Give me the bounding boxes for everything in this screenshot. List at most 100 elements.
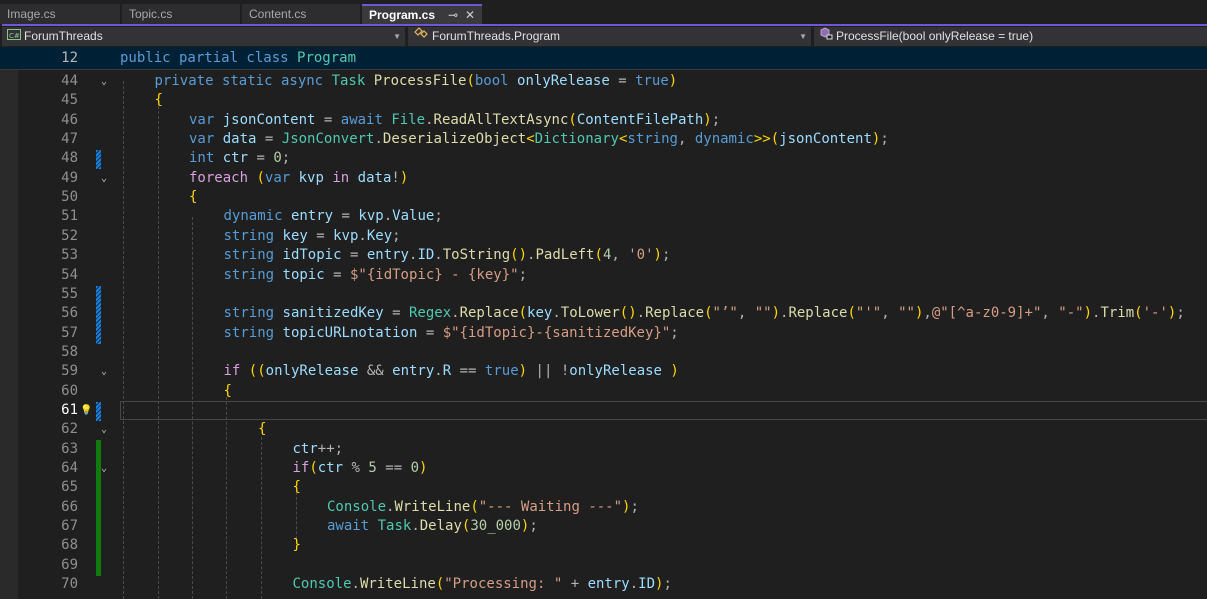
- code-text: ctr++;: [292, 440, 344, 457]
- line-number: 63: [61, 440, 78, 457]
- project-dropdown[interactable]: C# ForumThreads ▼: [2, 27, 405, 46]
- code-line[interactable]: 59 ⌄ if ((onlyRelease && entry.R == true) …: [0, 362, 1207, 381]
- line-number: 54: [61, 266, 78, 283]
- code-line[interactable]: 49 ⌄ foreach (var kvp in data!): [0, 169, 1207, 188]
- code-line[interactable]: 52 string key = kvp.Key;: [0, 227, 1207, 246]
- fold-toggle-icon[interactable]: ⌄: [101, 72, 107, 91]
- code-line[interactable]: 68}: [0, 536, 1207, 555]
- line-number: 56: [61, 305, 78, 322]
- code-line[interactable]: 62 ⌄ {: [0, 420, 1207, 439]
- code-text: {: [154, 92, 163, 109]
- line-number: 55: [61, 285, 78, 302]
- tab-label: Image.cs: [7, 7, 56, 21]
- csharp-project-icon: C#: [7, 27, 21, 46]
- code-text: foreach (var kvp in data!): [189, 169, 409, 186]
- code-line[interactable]: 69: [0, 556, 1207, 575]
- code-line[interactable]: 57 string topicURLnotation = $"{idTopic}-…: [0, 324, 1207, 343]
- class-icon: [413, 27, 429, 46]
- code-line[interactable]: 54 string topic = $"{idTopic} - {key}";: [0, 266, 1207, 285]
- code-line[interactable]: 47 var data = JsonConvert.DeserializeObje…: [0, 130, 1207, 149]
- code-line[interactable]: 66 Console.WriteLine("--- Waiting ---");: [0, 498, 1207, 517]
- tab-content-cs[interactable]: Content.cs: [242, 4, 360, 24]
- code-line[interactable]: 50 {: [0, 188, 1207, 207]
- code-text: {: [223, 382, 232, 399]
- tab-topic-cs[interactable]: Topic.cs: [122, 4, 240, 24]
- code-text: var jsonContent = await File.ReadAllText…: [189, 111, 721, 128]
- code-line[interactable]: 44 ⌄ private static async Task ProcessFile…: [0, 72, 1207, 91]
- code-line[interactable]: 56 string sanitizedKey = Regex.Replace(ke…: [0, 304, 1207, 323]
- line-number: 57: [61, 324, 78, 341]
- fold-toggle-icon[interactable]: ⌄: [101, 362, 107, 381]
- line-number: 62: [61, 421, 78, 438]
- line-number: 66: [61, 498, 78, 515]
- line-number: 65: [61, 479, 78, 496]
- pin-icon[interactable]: ⊸: [448, 6, 458, 24]
- member-dropdown[interactable]: ProcessFile(bool onlyRelease = true): [814, 27, 1207, 46]
- line-number: 49: [61, 169, 78, 186]
- line-number: 60: [61, 382, 78, 399]
- code-text: if ((onlyRelease && entry.R == true) || …: [223, 363, 679, 380]
- line-number: 51: [61, 208, 78, 225]
- code-line[interactable]: 60 {: [0, 382, 1207, 401]
- chevron-down-icon: ▼: [393, 32, 401, 41]
- code-text: string key = kvp.Key;: [223, 227, 401, 244]
- code-text: string topicURLnotation = $"{idTopic}-{s…: [223, 324, 679, 341]
- code-text: {: [189, 189, 198, 206]
- code-line[interactable]: 64 ⌄ if(ctr % 5 == 0): [0, 459, 1207, 478]
- code-text: Console.WriteLine("--- Waiting ---");: [327, 498, 639, 515]
- code-text: {: [258, 421, 267, 438]
- project-name: ForumThreads: [24, 29, 103, 43]
- code-line[interactable]: 58: [0, 343, 1207, 362]
- code-line[interactable]: 70 Console.WriteLine("Processing: " + ent…: [0, 575, 1207, 594]
- line-number: 59: [61, 363, 78, 380]
- line-number: 46: [61, 111, 78, 128]
- line-number: 47: [61, 131, 78, 148]
- chevron-down-icon: ▼: [799, 32, 807, 41]
- navigation-bar: C# ForumThreads ▼ ForumThreads.Program ▼ …: [0, 26, 1207, 47]
- tab-program-cs[interactable]: Program.cs ⊸ ✕: [362, 4, 482, 24]
- code-line[interactable]: 63 ctr++;: [0, 440, 1207, 459]
- line-number: 68: [61, 537, 78, 554]
- sticky-scroll-header[interactable]: 12 public partial class Program: [0, 47, 1207, 70]
- line-number: 58: [61, 343, 78, 360]
- code-text: await Task.Delay(30_000);: [327, 518, 538, 535]
- tab-label: Program.cs: [369, 8, 436, 22]
- code-line[interactable]: 45 {: [0, 91, 1207, 110]
- code-text: {: [292, 479, 301, 496]
- code-text: string sanitizedKey = Regex.Replace(key.…: [223, 305, 1185, 322]
- line-number: 52: [61, 227, 78, 244]
- line-number: 53: [61, 247, 78, 264]
- type-dropdown[interactable]: ForumThreads.Program ▼: [408, 27, 811, 46]
- document-tab-bar: Image.cs Topic.cs Content.cs Program.cs …: [0, 0, 1207, 24]
- lightbulb-icon[interactable]: 💡: [80, 401, 92, 420]
- private-method-icon: [819, 27, 833, 46]
- current-line-highlight: [120, 400, 1207, 420]
- line-number: 44: [61, 73, 78, 89]
- line-number: 12: [61, 50, 78, 66]
- code-line[interactable]: 61 💡: [0, 400, 1207, 420]
- code-text: private static async Task ProcessFile(bo…: [154, 73, 678, 89]
- line-number: 69: [61, 556, 78, 573]
- line-number: 70: [61, 576, 78, 593]
- fold-toggle-icon[interactable]: ⌄: [101, 169, 107, 188]
- code-text: var data = JsonConvert.DeserializeObject…: [189, 131, 889, 148]
- fold-toggle-icon[interactable]: ⌄: [101, 459, 107, 478]
- close-icon[interactable]: ✕: [465, 6, 475, 24]
- code-text: Console.WriteLine("Processing: " + entry…: [292, 576, 672, 593]
- code-editor[interactable]: 12 public partial class Program 44 ⌄ priva…: [0, 47, 1207, 599]
- line-number: 67: [61, 518, 78, 535]
- code-line[interactable]: 67 await Task.Delay(30_000);: [0, 517, 1207, 536]
- code-line[interactable]: 65 {: [0, 478, 1207, 497]
- svg-text:C#: C#: [9, 32, 20, 40]
- fold-toggle-icon[interactable]: ⌄: [101, 420, 107, 439]
- tab-label: Content.cs: [249, 7, 307, 21]
- type-name: ForumThreads.Program: [432, 29, 561, 43]
- code-line[interactable]: 51 dynamic entry = kvp.Value;: [0, 207, 1207, 226]
- code-line[interactable]: 53 string idTopic = entry.ID.ToString().P…: [0, 246, 1207, 265]
- line-number: 64: [61, 460, 78, 476]
- code-line[interactable]: 55: [0, 285, 1207, 304]
- tab-label: Topic.cs: [129, 7, 173, 21]
- tab-image-cs[interactable]: Image.cs: [0, 4, 120, 24]
- code-line[interactable]: 46 var jsonContent = await File.ReadAllTe…: [0, 111, 1207, 130]
- code-line[interactable]: 48 int ctr = 0;: [0, 149, 1207, 168]
